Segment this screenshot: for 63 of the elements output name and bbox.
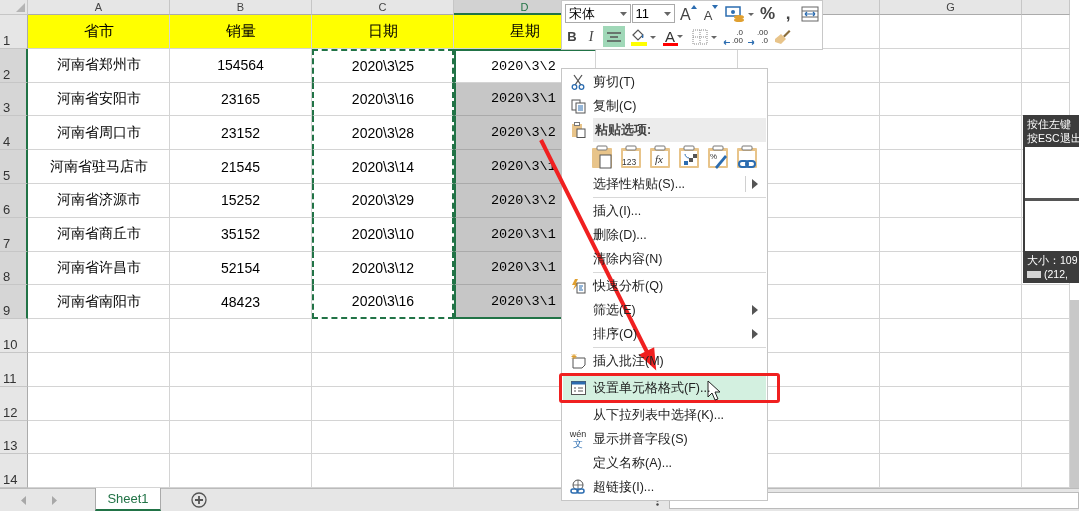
row-header[interactable]: 2	[0, 48, 28, 83]
font-dropdown[interactable]: 宋体	[565, 4, 631, 23]
shrink-font-button[interactable]: A	[702, 3, 720, 24]
table-cell: 河南省安阳市	[28, 82, 170, 117]
menu-item[interactable]: 超链接(I)...	[563, 475, 766, 499]
row-header[interactable]: 4	[0, 116, 28, 151]
row-header[interactable]: 1	[0, 15, 28, 49]
column-header[interactable]: A	[28, 0, 170, 15]
table-cell: 15252	[170, 184, 312, 218]
decrease-decimal-button[interactable]: .00 .0	[748, 26, 768, 47]
font-size-dropdown[interactable]: 11	[631, 4, 675, 23]
row-header[interactable]: 5	[0, 150, 28, 184]
row-header[interactable]: 10	[0, 319, 28, 353]
table-cell: 销量	[170, 15, 312, 49]
table-cell: 35152	[170, 217, 312, 252]
menu-item[interactable]: 排序(O)	[563, 322, 766, 346]
table-cell: 河南省周口市	[28, 116, 170, 151]
menu-section-title: 粘贴选项:	[593, 118, 766, 142]
sheet-tab[interactable]: Sheet1	[95, 487, 161, 511]
table-cell: 河南省济源市	[28, 184, 170, 218]
table-cell: 日期	[312, 15, 454, 49]
menu-item[interactable]: 定义名称(A)...	[563, 451, 766, 475]
row-header[interactable]: 9	[0, 285, 28, 320]
table-cell: 河南省郑州市	[28, 48, 170, 83]
capture-hint: 按ESC退出	[1027, 131, 1077, 145]
table-cell: 23165	[170, 82, 312, 117]
italic-button[interactable]: I	[584, 26, 598, 47]
menu-item[interactable]: 从下拉列表中选择(K)...	[563, 403, 766, 427]
capture-size: 大小：109	[1027, 253, 1077, 267]
row-header[interactable]: 14	[0, 454, 28, 489]
table-cell: 河南省南阳市	[28, 285, 170, 320]
table-cell: 52154	[170, 251, 312, 286]
row-header[interactable]: 8	[0, 251, 28, 286]
grow-font-button[interactable]: A	[679, 3, 698, 24]
row-header[interactable]: 7	[0, 217, 28, 252]
paste-formulas-button[interactable]: fx	[649, 145, 671, 169]
capture-hint: 按住左键	[1027, 117, 1072, 131]
menu-item[interactable]: 设置单元格格式(F)...	[563, 376, 766, 400]
row-header[interactable]: 11	[0, 352, 28, 387]
comma-button[interactable]: ,	[780, 3, 796, 24]
font-color-button[interactable]: A	[661, 26, 687, 47]
table-cell: 154564	[170, 48, 312, 83]
column-header[interactable]: G	[880, 0, 1022, 15]
paste-formatting-button[interactable]: %	[707, 145, 729, 169]
row-header[interactable]: 6	[0, 184, 28, 218]
table-cell: 省市	[28, 15, 170, 49]
bold-button[interactable]: B	[565, 26, 579, 47]
table-cell: 河南省商丘市	[28, 217, 170, 252]
table-cell: 河南省许昌市	[28, 251, 170, 286]
menu-item[interactable]: 插入批注(M)	[563, 346, 766, 373]
phonetic-icon: wén 文	[569, 429, 587, 449]
percent-button[interactable]: %	[759, 3, 776, 24]
row-header[interactable]: 13	[0, 420, 28, 455]
table-cell: 21545	[170, 150, 312, 184]
column-header[interactable]: C	[312, 0, 454, 15]
table-cell: 48423	[170, 285, 312, 320]
table-cell: 23152	[170, 116, 312, 151]
table-cell: 河南省驻马店市	[28, 150, 170, 184]
capture-rgb: (212,	[1044, 267, 1068, 281]
row-header[interactable]: 3	[0, 82, 28, 117]
column-header[interactable]: B	[170, 0, 312, 15]
increase-decimal-button[interactable]: .0 .00	[723, 26, 743, 47]
row-header[interactable]: 12	[0, 386, 28, 421]
